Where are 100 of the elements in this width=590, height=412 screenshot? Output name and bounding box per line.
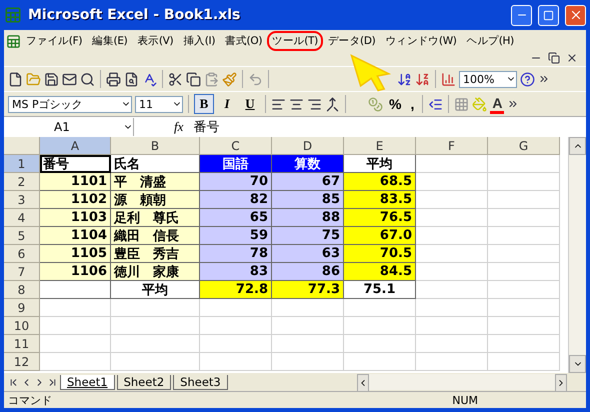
formula-field[interactable]: 番号: [193, 118, 220, 136]
align-left-icon[interactable]: [271, 96, 286, 112]
menu-item[interactable]: ツール(T): [267, 31, 323, 51]
restore-icon[interactable]: [548, 52, 560, 66]
sheet-tab[interactable]: Sheet1: [60, 374, 115, 390]
table-cell: 足利 尊氏: [111, 209, 200, 227]
row-header[interactable]: 7: [4, 263, 40, 281]
column-header[interactable]: B: [111, 137, 200, 155]
row-header[interactable]: 2: [4, 173, 40, 191]
merge-icon[interactable]: [325, 96, 340, 112]
sheet-tab[interactable]: Sheet3: [173, 374, 228, 390]
sort-descending-icon[interactable]: [415, 72, 430, 86]
indent-icon[interactable]: [428, 96, 444, 112]
sort-ascending-icon[interactable]: [397, 72, 412, 86]
align-right-icon[interactable]: [307, 96, 322, 112]
table-cell: [40, 335, 111, 353]
table-cell: [200, 335, 272, 353]
table-cell: 78: [200, 245, 272, 263]
table-cell: 76.5: [344, 209, 416, 227]
table-cell: [488, 245, 560, 263]
num-lock-indicator: NUM: [452, 394, 478, 406]
table-cell: [488, 281, 560, 299]
row-header[interactable]: 1: [4, 155, 40, 173]
menu-item[interactable]: ウィンドウ(W): [380, 31, 462, 51]
menu-item[interactable]: ヘルプ(H): [462, 31, 519, 51]
table-cell: [416, 191, 488, 209]
menu-item[interactable]: 挿入(I): [178, 31, 220, 51]
name-box[interactable]: A1: [4, 118, 134, 136]
table-cell: [416, 263, 488, 281]
format-button[interactable]: U: [240, 94, 260, 114]
new-file-icon[interactable]: [8, 72, 23, 86]
align-center-icon[interactable]: [289, 96, 304, 112]
row-header[interactable]: 3: [4, 191, 40, 209]
first-sheet-icon[interactable]: [8, 376, 19, 388]
table-cell: 75: [272, 227, 344, 245]
column-header[interactable]: D: [272, 137, 344, 155]
last-sheet-icon[interactable]: [47, 376, 58, 388]
table-cell: 1105: [40, 245, 111, 263]
spreadsheet-icon[interactable]: [6, 34, 21, 48]
chart-icon[interactable]: [441, 72, 456, 86]
table-cell: [488, 191, 560, 209]
close-button[interactable]: [565, 4, 586, 26]
format-button[interactable]: I: [217, 94, 237, 114]
table-cell: [416, 281, 488, 299]
minimize-button[interactable]: [511, 4, 532, 26]
row-header[interactable]: 5: [4, 227, 40, 245]
menu-item[interactable]: データ(D): [322, 31, 380, 51]
save-icon[interactable]: [44, 72, 59, 86]
scroll-right-button[interactable]: [555, 374, 567, 392]
function-label[interactable]: fx: [134, 119, 194, 135]
mail-icon[interactable]: [62, 72, 77, 86]
table-cell: 平均: [111, 281, 200, 299]
row-header[interactable]: 9: [4, 299, 40, 317]
format-button[interactable]: B: [194, 94, 214, 114]
menu-item[interactable]: 表示(V): [132, 31, 178, 51]
table-cell: 83: [200, 263, 272, 281]
spell-check-icon[interactable]: [142, 72, 157, 86]
table-cell: 84.5: [344, 263, 416, 281]
sheet-tab[interactable]: Sheet2: [116, 374, 172, 390]
printer-icon[interactable]: [106, 72, 121, 86]
font-size-field[interactable]: 11: [135, 96, 183, 112]
column-header[interactable]: C: [200, 137, 272, 155]
column-header[interactable]: A: [40, 137, 111, 155]
zoom-field[interactable]: 100%: [459, 70, 517, 88]
table-cell: [416, 209, 488, 227]
table-cell: 65: [200, 209, 272, 227]
table-cell: [272, 299, 344, 317]
help-icon[interactable]: [520, 72, 535, 86]
print-preview-icon[interactable]: [124, 72, 139, 86]
row-header[interactable]: 10: [4, 317, 40, 335]
maximize-button[interactable]: [538, 4, 559, 26]
table-cell: [272, 335, 344, 353]
table-cell: [200, 317, 272, 335]
menu-item[interactable]: 編集(E): [87, 31, 132, 51]
row-header[interactable]: 11: [4, 335, 40, 353]
table-cell: 67.0: [344, 227, 416, 245]
more-icon[interactable]: [538, 73, 550, 85]
row-header[interactable]: 4: [4, 209, 40, 227]
search-icon[interactable]: [80, 72, 95, 86]
menu-item[interactable]: 書式(O): [220, 31, 268, 51]
percent-button[interactable]: %: [386, 94, 404, 114]
fill-color-icon[interactable]: [472, 96, 488, 112]
more-icon[interactable]: [507, 98, 520, 110]
comma-button[interactable]: ,: [407, 94, 418, 114]
table-cell: 氏名: [111, 155, 200, 173]
table-cell: 番号: [40, 155, 111, 173]
table-cell: 67: [272, 173, 344, 191]
menu-item[interactable]: ファイル(F): [21, 31, 88, 51]
column-header[interactable]: F: [416, 137, 488, 155]
cut-icon[interactable]: [168, 72, 183, 86]
row-header[interactable]: 6: [4, 245, 40, 263]
column-header[interactable]: E: [344, 137, 416, 155]
table-cell: 82: [200, 191, 272, 209]
font-field[interactable]: MS Pゴシック: [8, 96, 132, 112]
column-header[interactable]: G: [488, 137, 560, 155]
scroll-left-button[interactable]: [357, 374, 369, 392]
table-cell: [200, 299, 272, 317]
row-header[interactable]: 8: [4, 281, 40, 299]
row-header[interactable]: 12: [4, 353, 40, 371]
copy-icon[interactable]: [186, 72, 201, 86]
